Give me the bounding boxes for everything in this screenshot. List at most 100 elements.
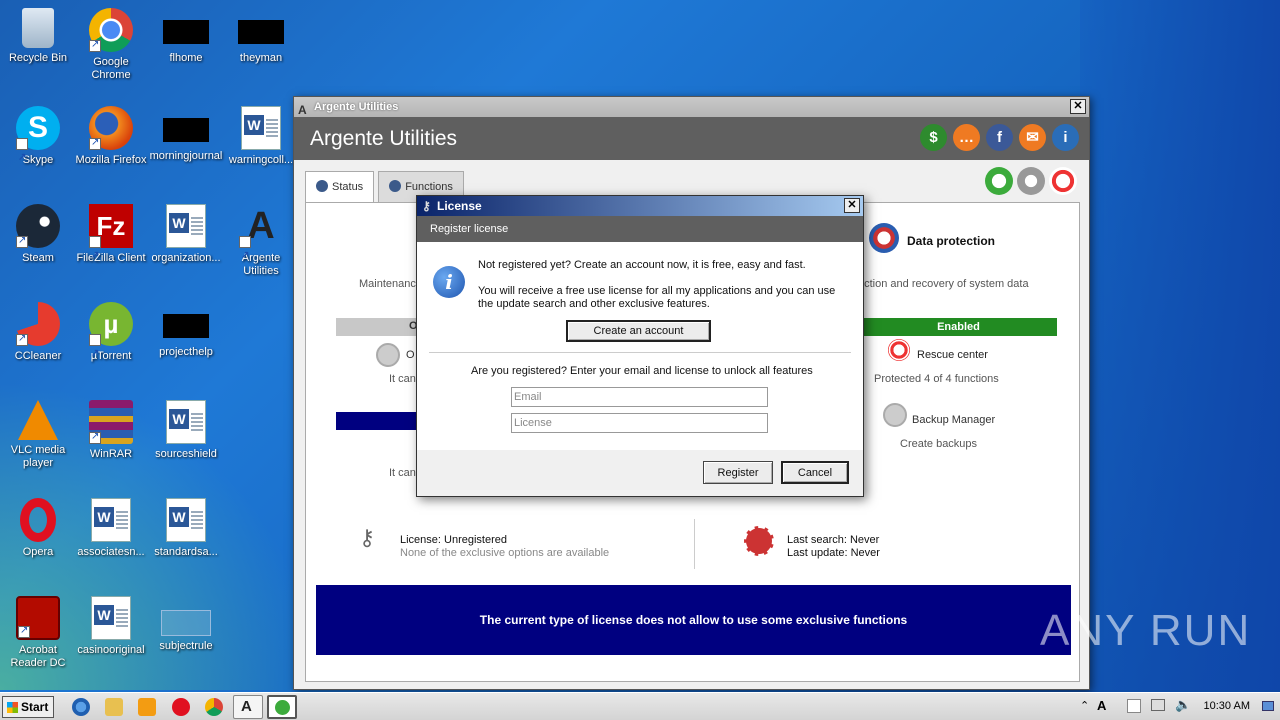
desktop-icon-associatesn[interactable]: associatesn... [73,498,149,559]
media-player-icon[interactable] [138,698,156,716]
desktop-wallpaper-shade [1080,0,1280,690]
info-icon: i [433,266,465,298]
desktop-icon-standardsa[interactable]: standardsa... [148,498,224,559]
dialog-close-button[interactable]: ✕ [844,198,860,213]
register-button[interactable]: Register [703,461,773,484]
desktop-icon-argente-utilities[interactable]: A Argente Utilities [223,204,299,278]
dialog-titlebar[interactable]: ⚷ License ✕ [417,196,863,216]
word-document-icon [166,204,206,248]
chrome-taskbar-icon[interactable] [205,698,223,716]
keys-icon: ⚷ [359,525,376,550]
dialog-body: i Not registered yet? Create an account … [417,242,863,450]
info-icon[interactable]: i [1052,124,1079,151]
desktop-icon-recycle-bin[interactable]: Recycle Bin [0,8,76,65]
tab-label: Status [332,181,364,193]
network-icon[interactable] [1151,699,1165,711]
desktop-icon-label: Argente Utilities [241,252,281,277]
update-refresh-icon[interactable] [985,167,1013,195]
license-warning-banner: The current type of license does not all… [316,585,1071,655]
desktop-icon-skype[interactable]: S Skype [0,106,76,180]
backup-manager-icon [883,403,907,427]
opera-taskbar-icon[interactable] [172,698,190,716]
license-field[interactable] [511,413,768,433]
desktop-icon-label: morningjournal [149,150,223,162]
window-titlebar[interactable]: A Argente Utilities ✕ [294,97,1089,117]
desktop-icon-morningjournal[interactable]: morningjournal [148,106,224,163]
desktop-icon-sourceshield[interactable]: sourceshield [148,400,224,461]
backup-manager-label[interactable]: Backup Manager [912,414,995,426]
data-protection-desc: ection and recovery of system data [858,278,1029,290]
chat-bubble-icon[interactable]: … [953,124,980,151]
dialog-subtitle: Register license [417,216,863,242]
desktop-icon-flhome[interactable]: flhome [148,8,224,65]
show-hidden-icons-chevron-icon[interactable]: ⌃ [1080,699,1089,712]
desktop-icon-warningcoll[interactable]: warningcoll... [223,106,299,167]
maintenance-label: Maintenanc [359,278,416,290]
system-tray: ⌃ A 🔈 10:30 AM [1075,693,1280,720]
create-account-button[interactable]: Create an account [566,320,711,342]
volume-icon[interactable]: 🔈 [1175,697,1191,713]
rescue-center-label[interactable]: Rescue center [917,349,988,361]
word-document-icon [91,596,131,640]
license-taskbar-button[interactable] [267,695,297,719]
desktop-icon-organization[interactable]: organization... [148,204,224,265]
gear-circle-icon [389,180,402,192]
argente-taskbar-button[interactable]: A [233,695,263,719]
desktop-icon-vlc[interactable]: VLC media player [0,400,76,470]
desktop-icon-firefox[interactable]: Mozilla Firefox [73,106,149,167]
data-protection-title: Data protection [907,234,996,248]
desktop-icon-theyman[interactable]: theyman [223,8,299,65]
desktop-icon-label: Recycle Bin [8,52,68,64]
desktop-icon-chrome[interactable]: Google Chrome [73,8,149,82]
word-document-icon [241,106,281,150]
desktop-icon-label: associatesn... [77,546,145,558]
blank-file-icon [161,610,211,636]
desktop-icon-filezilla[interactable]: Fz FileZilla Client [73,204,149,278]
app-header: Argente Utilities $ … f ✉ i [294,117,1089,160]
show-desktop-icon[interactable] [1262,701,1274,711]
desktop-icon-opera[interactable]: Opera [0,498,76,559]
facebook-icon[interactable]: f [986,124,1013,151]
key-icon: ⚷ [422,199,431,213]
settings-gear-icon[interactable] [1017,167,1045,195]
desktop-icon-projecthelp[interactable]: projecthelp [148,302,224,359]
taskbar-clock[interactable]: 10:30 AM [1204,700,1250,712]
desktop-icon-label: CCleaner [14,350,62,362]
last-search-label: Last search: Never [787,534,880,546]
cancel-button[interactable]: Cancel [781,461,849,484]
tab-status[interactable]: Status [305,171,375,204]
update-taskbar-icon [275,700,290,715]
help-lifering-icon[interactable] [1049,167,1077,195]
taskbar: Start A ⌃ A 🔈 10:30 AM [0,692,1280,720]
internet-explorer-icon[interactable] [72,698,90,716]
donate-dollar-icon[interactable]: $ [920,124,947,151]
desktop-icon-steam[interactable]: Steam [0,204,76,265]
file-explorer-icon[interactable] [105,698,123,716]
data-protection-icon [869,223,899,253]
desktop-icon-label: casinooriginal [77,644,145,656]
argente-tray-icon[interactable]: A [1097,698,1106,713]
email-field[interactable] [511,387,768,407]
register-prompt-line3: the update search and other exclusive fe… [478,298,710,310]
desktop-icon-utorrent[interactable]: µ µTorrent [73,302,149,376]
info-divider [694,519,695,569]
backup-manager-desc: Create backups [900,438,978,450]
utorrent-icon: µ [89,302,133,376]
email-icon[interactable]: ✉ [1019,124,1046,151]
header-icon-group: $ … f ✉ i [920,124,1079,151]
window-close-button[interactable]: ✕ [1070,99,1086,114]
desktop-icon-acrobat[interactable]: Acrobat Reader DC [0,596,76,670]
file-thumbnail-icon [163,20,209,44]
license-status-desc: None of the exclusive options are availa… [400,547,610,559]
start-button[interactable]: Start [2,696,54,718]
desktop-icon-ccleaner[interactable]: CCleaner [0,302,76,363]
action-center-flag-icon[interactable] [1127,699,1141,713]
desktop-icon-winrar[interactable]: WinRAR [73,400,149,461]
window-title: Argente Utilities [314,101,399,113]
desktop-icon-casinooriginal[interactable]: casinooriginal [73,596,149,657]
desktop-icon-subjectrule[interactable]: subjectrule [148,596,224,653]
ccleaner-icon [16,302,60,346]
file-thumbnail-icon [238,20,284,44]
acrobat-icon [16,596,60,640]
word-document-icon [91,498,131,542]
